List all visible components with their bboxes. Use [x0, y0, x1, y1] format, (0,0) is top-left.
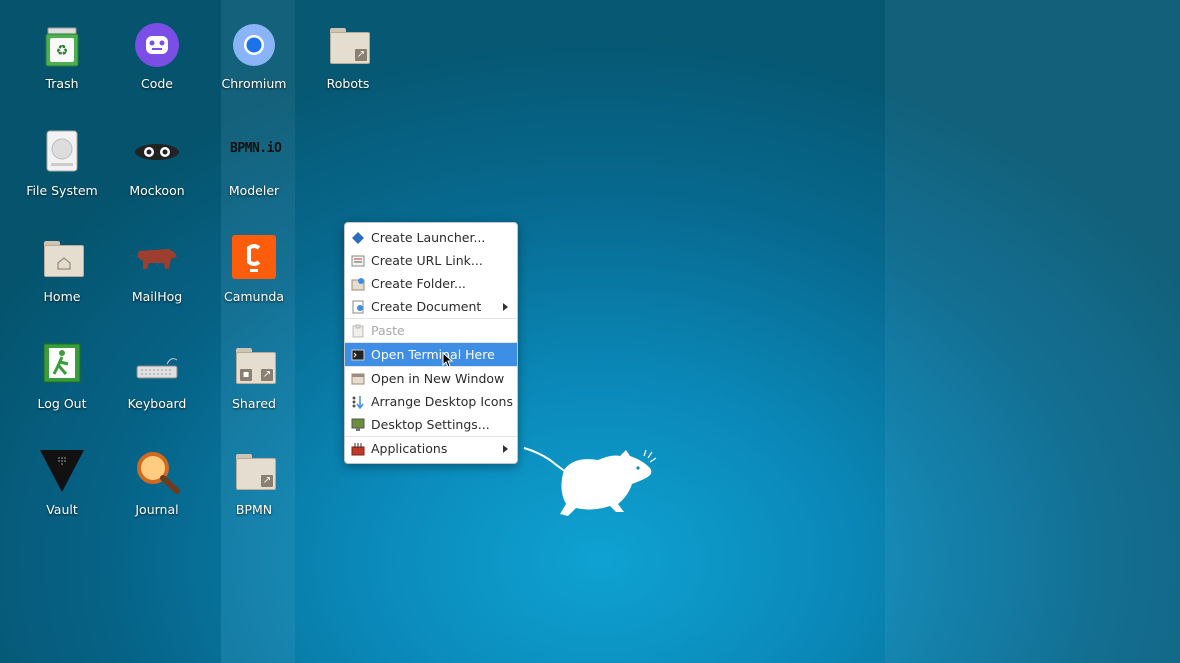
chromium-label: Chromium	[221, 76, 287, 91]
menu-item-create-launcher[interactable]: Create Launcher...	[345, 226, 517, 249]
menu-item-open-in-new-window[interactable]: Open in New Window	[345, 367, 517, 390]
log-out-label: Log Out	[37, 396, 87, 411]
code-icon	[133, 22, 181, 70]
svg-text:♻: ♻	[56, 43, 69, 59]
folder-link-icon: ↗	[324, 22, 372, 70]
launcher-icon	[351, 231, 365, 245]
keyboard-label: Keyboard	[127, 396, 187, 411]
file-system-label: File System	[26, 183, 98, 198]
trash-label: Trash	[45, 76, 79, 91]
bpmn-io-logo-icon: BPMN.iO	[230, 141, 282, 156]
magnifier-icon	[133, 448, 181, 496]
desktop-icon-journal[interactable]: Journal	[109, 448, 205, 517]
shared-folder-icon: ▪ ↗	[230, 342, 278, 390]
paste-icon	[351, 324, 365, 338]
window-icon	[351, 372, 365, 386]
lock-icon: ▪	[240, 369, 252, 381]
desktop-icon-trash[interactable]: ♻ Trash	[14, 22, 110, 91]
desktop-icon-vault[interactable]: Vault	[14, 448, 110, 517]
terminal-icon	[351, 348, 365, 362]
menu-item-arrange-desktop-icons[interactable]: Arrange Desktop Icons	[345, 390, 517, 413]
bpmn-label: BPMN	[235, 502, 273, 517]
menu-item-create-url-link[interactable]: Create URL Link...	[345, 249, 517, 272]
submenu-arrow-icon	[503, 445, 508, 453]
home-label: Home	[43, 289, 81, 304]
desktop-icon-keyboard[interactable]: Keyboard	[109, 342, 205, 411]
xfce-mouse-logo-icon	[523, 447, 657, 516]
menu-item-paste[interactable]: Paste	[345, 319, 517, 342]
menu-item-desktop-settings[interactable]: Desktop Settings...	[345, 413, 517, 436]
menu-item-create-folder[interactable]: Create Folder...	[345, 272, 517, 295]
arrange-icon	[351, 395, 365, 409]
keyboard-icon	[133, 342, 181, 390]
vault-label: Vault	[46, 502, 78, 517]
journal-label: Journal	[135, 502, 179, 517]
desktop-icon-home[interactable]: Home	[14, 235, 110, 304]
url-link-icon	[351, 254, 365, 268]
menu-item-create-document[interactable]: Create Document	[345, 295, 517, 318]
submenu-arrow-icon	[503, 303, 508, 311]
desktop-icon-bpmn[interactable]: ↗ BPMN	[206, 448, 302, 517]
camunda-label: Camunda	[223, 289, 284, 304]
camunda-icon	[230, 235, 278, 283]
exit-icon	[38, 342, 86, 390]
shared-label: Shared	[231, 396, 276, 411]
folder-link-icon: ↗	[230, 448, 278, 496]
robots-label: Robots	[326, 76, 370, 91]
desktop-icon-mockoon[interactable]: Mockoon	[109, 129, 205, 198]
desktop-context-menu: Create Launcher... Create URL Link... Cr…	[344, 222, 518, 464]
mockoon-icon	[133, 129, 181, 177]
desktop-icon-log-out[interactable]: Log Out	[14, 342, 110, 411]
desktop-settings-icon	[351, 418, 365, 432]
desktop-icon-camunda[interactable]: Camunda	[206, 235, 302, 304]
menu-item-open-terminal-here[interactable]: Open Terminal Here	[345, 343, 517, 366]
desktop-icon-chromium[interactable]: Chromium	[206, 22, 302, 91]
mouse-pointer-icon	[442, 352, 454, 368]
desktop-icon-file-system[interactable]: File System	[14, 129, 110, 198]
code-label: Code	[140, 76, 173, 91]
modeler-label: Modeler	[228, 183, 280, 198]
mailhog-label: MailHog	[131, 289, 183, 304]
desktop-icon-modeler[interactable]: BPMN.iO Modeler	[206, 129, 302, 198]
desktop-band	[221, 0, 295, 663]
desktop-icon-code[interactable]: Code	[109, 22, 205, 91]
new-folder-icon	[351, 277, 365, 291]
mockoon-label: Mockoon	[129, 183, 185, 198]
drive-icon	[38, 129, 86, 177]
desktop-band	[0, 0, 221, 663]
desktop-icon-mailhog[interactable]: MailHog	[109, 235, 205, 304]
home-folder-icon	[38, 235, 86, 283]
chromium-icon	[230, 22, 278, 70]
applications-icon	[351, 442, 365, 456]
desktop-icon-shared[interactable]: ▪ ↗ Shared	[206, 342, 302, 411]
vault-icon	[38, 448, 86, 496]
link-arrow-icon: ↗	[261, 369, 273, 381]
desktop-icon-robots[interactable]: ↗ Robots	[300, 22, 396, 91]
new-document-icon	[351, 300, 365, 314]
pig-icon	[133, 235, 181, 283]
trash-icon: ♻	[38, 22, 86, 70]
desktop-band	[885, 0, 1180, 663]
menu-item-applications[interactable]: Applications	[345, 437, 517, 460]
